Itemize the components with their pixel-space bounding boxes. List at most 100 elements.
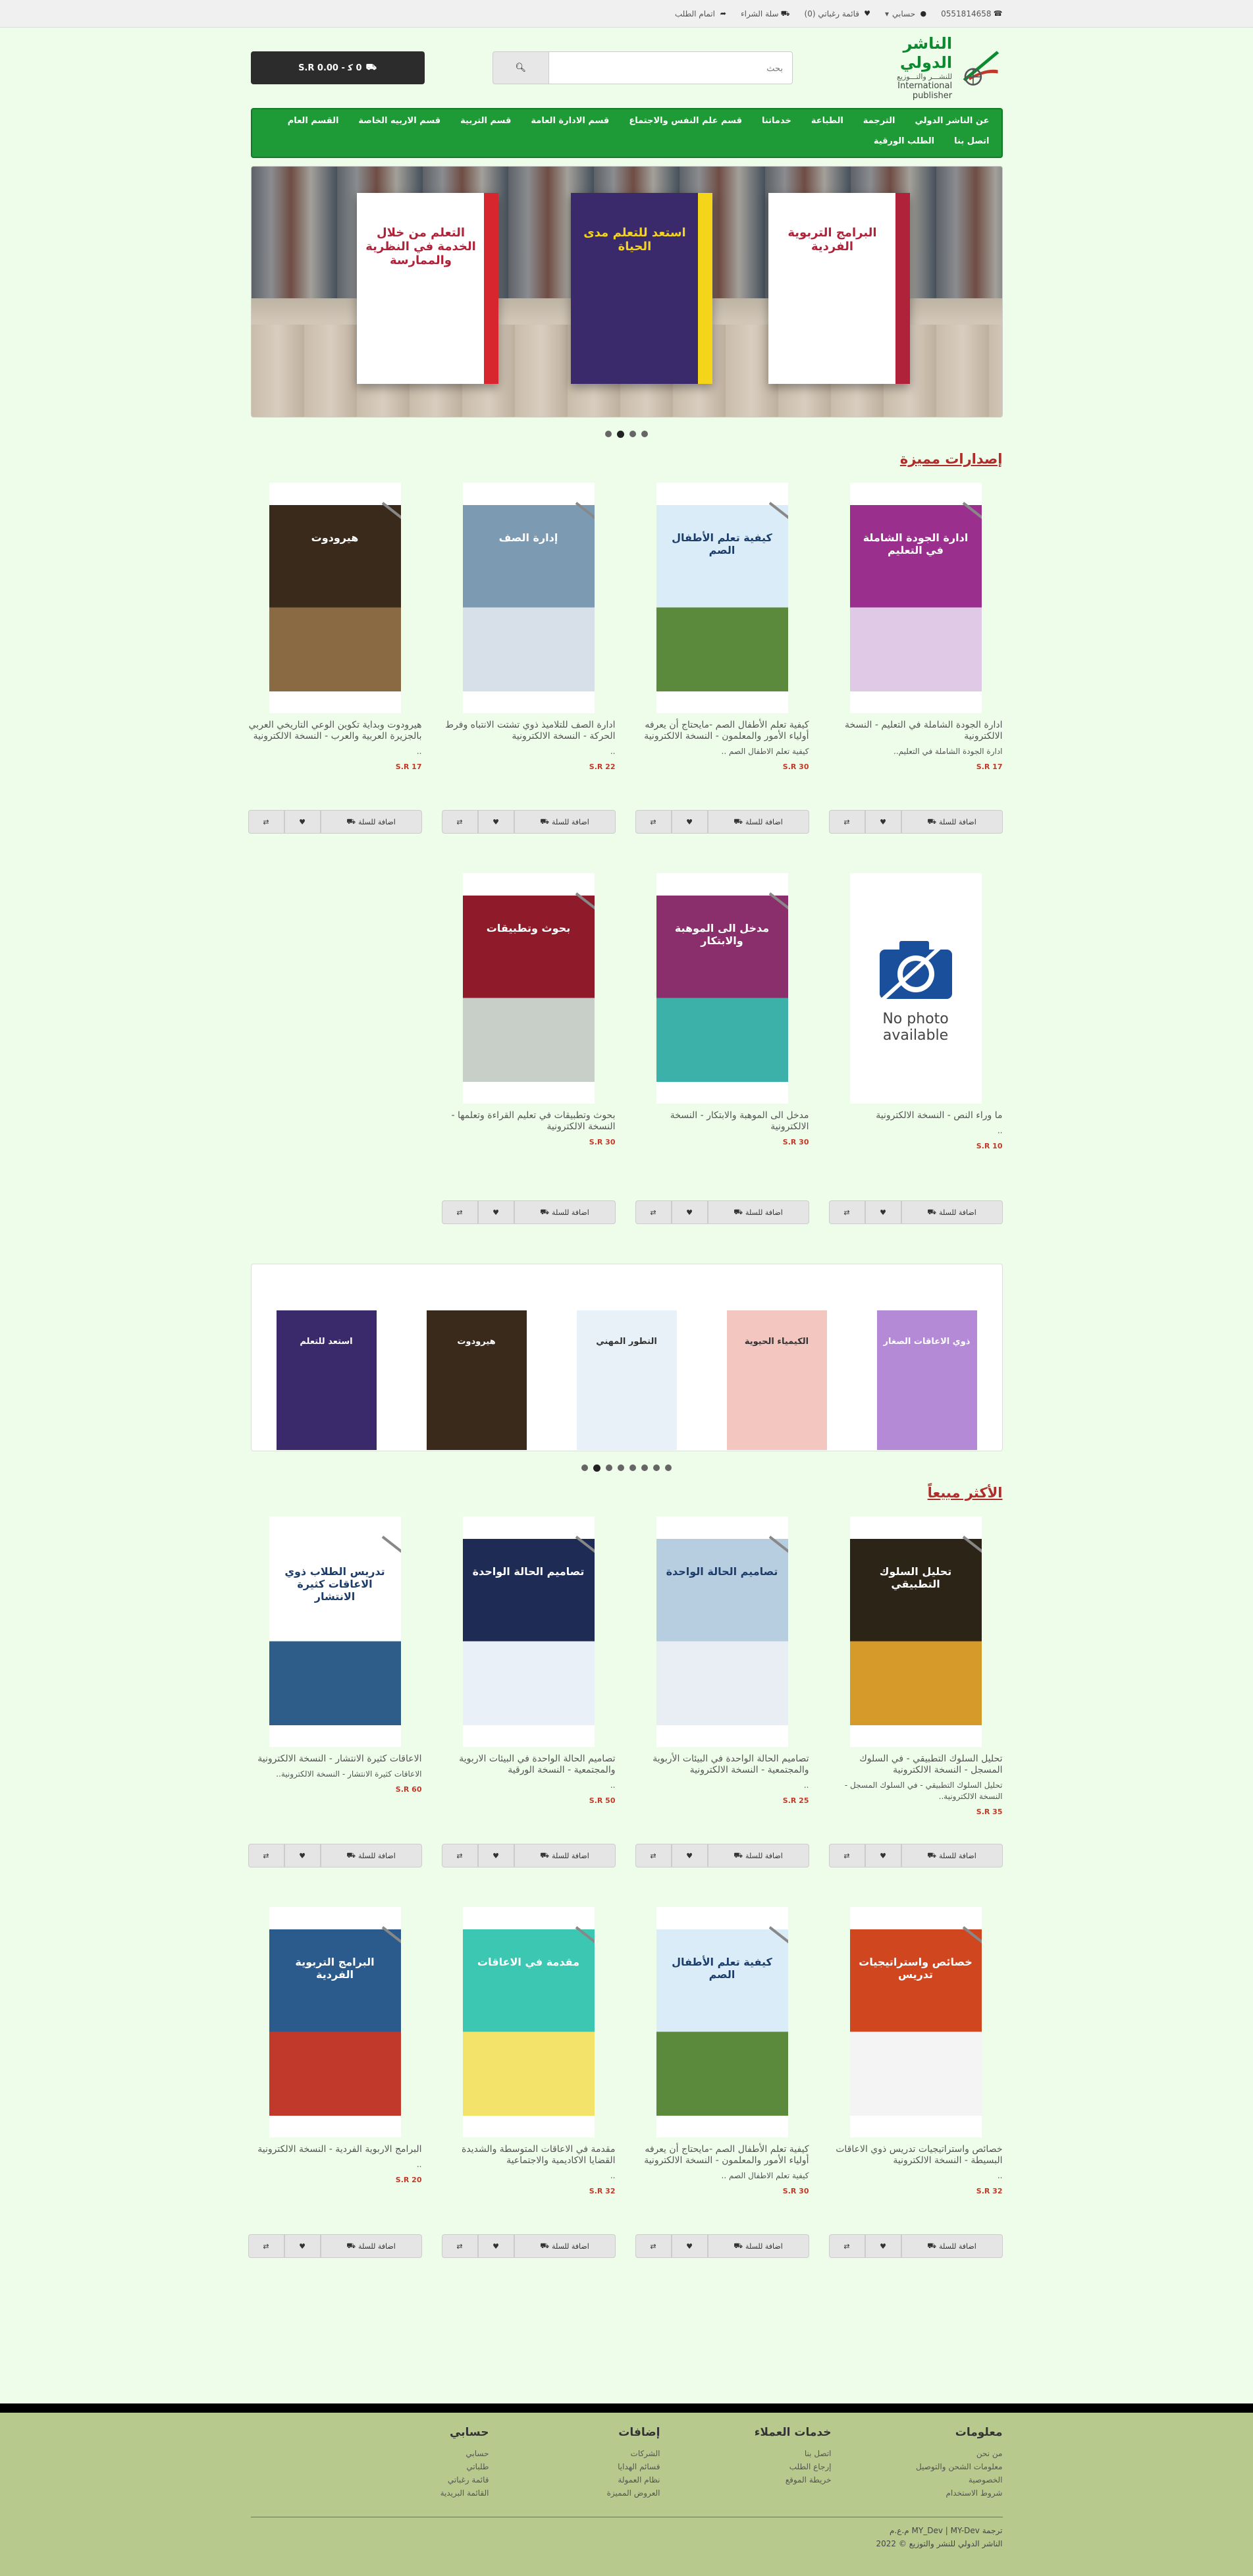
hero-slider[interactable]: البرامج التربوية الفردية استعد للتعلم مد… (250, 166, 1003, 417)
product-title[interactable]: هيرودوت وبداية تكوين الوعي التاريخي العر… (248, 720, 422, 742)
add-to-cart-button[interactable]: ⛟ اضافة للسلة (320, 810, 422, 834)
product-image[interactable]: إدارة الصف (462, 483, 595, 713)
compare-button[interactable]: ⇄ (441, 2234, 478, 2258)
compare-button[interactable]: ⇄ (441, 810, 478, 834)
product-image[interactable]: كيفية تعلم الأطفال الصم (656, 1907, 788, 2137)
phone-link[interactable]: ☎ 0551814658 (941, 9, 1002, 18)
search-input[interactable] (548, 51, 793, 84)
product-image[interactable]: هيرودوت (269, 483, 401, 713)
carousel-dot[interactable] (606, 1464, 612, 1471)
wishlist-button[interactable]: ♥ (477, 2234, 514, 2258)
product-title[interactable]: ما وراء النص - النسخة الالكترونية (829, 1110, 1002, 1121)
add-to-cart-button[interactable]: ⛟ اضافة للسلة (901, 2234, 1003, 2258)
add-to-cart-button[interactable]: ⛟ اضافة للسلة (514, 2234, 616, 2258)
compare-button[interactable]: ⇄ (248, 2234, 284, 2258)
add-to-cart-button[interactable]: ⛟ اضافة للسلة (901, 1844, 1003, 1867)
add-to-cart-button[interactable]: ⛟ اضافة للسلة (901, 810, 1003, 834)
wishlist-button[interactable]: ♥ (865, 2234, 901, 2258)
search-button[interactable]: 🔍︎ (493, 51, 548, 84)
product-title[interactable]: مدخل الى الموهبة والابتكار - النسخة الال… (635, 1110, 809, 1133)
product-image[interactable]: تدريس الطلاب ذوي الاعاقات كثيرة الانتشار (269, 1516, 401, 1747)
add-to-cart-button[interactable]: ⛟ اضافة للسلة (707, 1200, 809, 1224)
logo[interactable]: الناشر الدولي للنشـــر والتـــوزيع Inter… (861, 34, 1003, 101)
footer-link[interactable]: معلومات الشحن والتوصيل (832, 2460, 1002, 2473)
compare-button[interactable]: ⇄ (635, 2234, 672, 2258)
carousel-book[interactable]: التطور المهني (576, 1310, 677, 1450)
footer-link[interactable]: إرجاع الطلب (660, 2460, 832, 2473)
footer-link[interactable]: شروط الاستخدام (832, 2486, 1002, 2500)
checkout-link[interactable]: ➦ اتمام الطلب (675, 9, 726, 18)
footer-link[interactable]: حسابي (318, 2447, 489, 2460)
wishlist-button[interactable]: ♥ (284, 1844, 321, 1867)
product-title[interactable]: كيفية تعلم الأطفال الصم -مايحتاج أن يعرف… (635, 2144, 809, 2166)
carousel-book[interactable]: استعد للتعلم (276, 1310, 377, 1450)
wishlist-button[interactable]: ♥ (671, 810, 708, 834)
product-image[interactable]: تصاميم الحالة الواحدة (656, 1516, 788, 1747)
add-to-cart-button[interactable]: ⛟ اضافة للسلة (707, 810, 809, 834)
product-image[interactable]: مقدمة في الاعاقات (462, 1907, 595, 2137)
wishlist-link[interactable]: ♥ قائمة رغباتي (0) (805, 9, 870, 18)
product-image[interactable]: تحليل السلوك التطبيقي (849, 1516, 982, 1747)
product-title[interactable]: ادارة الجودة الشاملة في التعليم - النسخة… (829, 720, 1003, 742)
compare-button[interactable]: ⇄ (635, 1200, 672, 1224)
footer-link[interactable]: نظام العمولة (489, 2473, 660, 2486)
carousel-book[interactable]: ذوي الاعاقات الصغار (876, 1310, 977, 1450)
account-link[interactable]: ● حسابي ▾ (885, 9, 926, 18)
slider-dot[interactable] (641, 431, 648, 437)
compare-button[interactable]: ⇄ (248, 810, 284, 834)
cart-link[interactable]: ⛟ سلة الشراء (741, 9, 790, 18)
slider-dot[interactable] (629, 431, 636, 437)
slide-book-2[interactable]: استعد للتعلم مدى الحياة (570, 193, 712, 384)
product-title[interactable]: خصائص واستراتيجيات تدريس ذوي الاعاقات ال… (829, 2144, 1002, 2166)
slider-dot-active[interactable] (617, 431, 624, 438)
product-title[interactable]: كيفية تعلم الأطفال الصم -مايحتاج أن يعرف… (635, 720, 809, 742)
compare-button[interactable]: ⇄ (828, 2234, 865, 2258)
wishlist-button[interactable]: ♥ (671, 2234, 708, 2258)
carousel-dot[interactable] (653, 1464, 660, 1471)
wishlist-button[interactable]: ♥ (284, 810, 321, 834)
product-title[interactable]: تصاميم الحالة الواحدة في البيئات الاربوي… (442, 1754, 615, 1776)
footer-link[interactable]: قسائم الهدايا (489, 2460, 660, 2473)
product-title[interactable]: ادارة الصف للتلاميذ ذوي تشتت الانتباه وف… (442, 720, 615, 742)
slide-book-1[interactable]: البرامج التربوية الفردية (768, 193, 910, 384)
add-to-cart-button[interactable]: ⛟ اضافة للسلة (320, 2234, 422, 2258)
nav-item[interactable]: قسم الادارة العامة (531, 116, 609, 126)
nav-item[interactable]: خدماتنا (762, 116, 791, 126)
footer-link[interactable]: قائمة رغباتي (318, 2473, 489, 2486)
compare-button[interactable]: ⇄ (441, 1844, 478, 1867)
compare-button[interactable]: ⇄ (635, 810, 672, 834)
nav-item[interactable]: القسم العام (288, 116, 339, 126)
footer-link[interactable]: القائمة البريدية (318, 2486, 489, 2500)
compare-button[interactable]: ⇄ (635, 1844, 672, 1867)
footer-link[interactable]: الشركات (489, 2447, 660, 2460)
compare-button[interactable]: ⇄ (828, 810, 865, 834)
add-to-cart-button[interactable]: ⛟ اضافة للسلة (514, 1200, 616, 1224)
wishlist-button[interactable]: ♥ (477, 810, 514, 834)
books-carousel[interactable]: ذوي الاعاقات الصغار الكيمياء الحيوية التطو… (250, 1264, 1003, 1451)
nav-item[interactable]: اتصل بنا (954, 136, 989, 146)
nav-item[interactable]: الطباعة (811, 116, 843, 126)
carousel-book[interactable]: الكيمياء الحيوية (726, 1310, 827, 1450)
carousel-dot[interactable] (581, 1464, 588, 1471)
product-title[interactable]: الاعاقات كثيرة الانتشار - النسخة الالكتر… (248, 1754, 421, 1765)
add-to-cart-button[interactable]: ⛟ اضافة للسلة (707, 2234, 809, 2258)
wishlist-button[interactable]: ♥ (671, 1844, 708, 1867)
product-image[interactable]: مدخل الى الموهبة والابتكار (656, 873, 788, 1104)
carousel-dot-active[interactable] (593, 1464, 600, 1472)
product-image[interactable]: No photo available (849, 873, 982, 1104)
footer-link[interactable]: طلباتي (318, 2460, 489, 2473)
compare-button[interactable]: ⇄ (828, 1844, 865, 1867)
product-title[interactable]: البرامج الاربوية الفردية - النسخة الالكت… (248, 2144, 421, 2155)
wishlist-button[interactable]: ♥ (671, 1200, 708, 1224)
nav-item[interactable]: قسم علم النفس والاجتماع (629, 116, 742, 126)
add-to-cart-button[interactable]: ⛟ اضافة للسلة (901, 1200, 1003, 1224)
footer-link[interactable]: الخصوصية (832, 2473, 1003, 2486)
add-to-cart-button[interactable]: ⛟ اضافة للسلة (707, 1844, 809, 1867)
product-title[interactable]: مقدمة في الاعاقات المتوسطة والشديدة القض… (442, 2144, 616, 2166)
product-title[interactable]: تحليل السلوك التطبيقي - في السلوك المسجل… (829, 1754, 1002, 1776)
footer-link[interactable]: من نحن (832, 2447, 1003, 2460)
compare-button[interactable]: ⇄ (441, 1200, 478, 1224)
add-to-cart-button[interactable]: ⛟ اضافة للسلة (320, 1844, 422, 1867)
wishlist-button[interactable]: ♥ (284, 2234, 321, 2258)
slide-book-3[interactable]: التعلم من خلال الخدمة في النظرية والممار… (356, 193, 498, 384)
